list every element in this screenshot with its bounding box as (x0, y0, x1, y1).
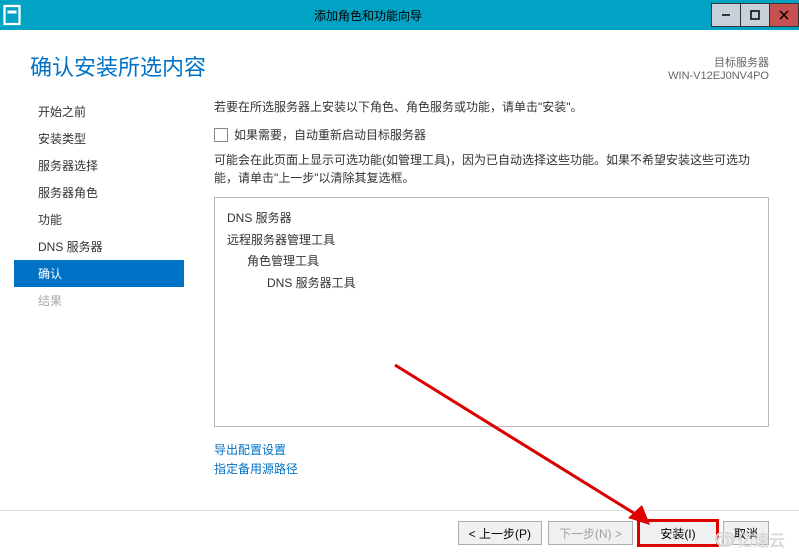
sidebar-item-step-4[interactable]: 功能 (14, 206, 184, 233)
close-button[interactable] (769, 3, 799, 27)
export-config-link[interactable]: 导出配置设置 (214, 441, 769, 458)
feature-item: DNS 服务器 (227, 208, 756, 230)
app-icon (0, 0, 24, 30)
watermark-icon (715, 532, 735, 546)
target-label: 目标服务器 (668, 54, 769, 70)
window-title: 添加角色和功能向导 (24, 7, 712, 24)
watermark: 亿速云 (715, 527, 785, 551)
sidebar-item-step-1[interactable]: 安装类型 (14, 125, 184, 152)
target-server: WIN-V12EJ0NV4PO (668, 70, 769, 82)
sidebar-item-step-5[interactable]: DNS 服务器 (14, 233, 184, 260)
feature-item: 角色管理工具 (227, 251, 756, 273)
selected-features-list: DNS 服务器远程服务器管理工具角色管理工具DNS 服务器工具 (214, 197, 769, 427)
watermark-text: 亿速云 (737, 527, 785, 551)
window-controls (712, 3, 799, 27)
wizard-footer: < 上一步(P) 下一步(N) > 安装(I) 取消 (0, 510, 799, 559)
previous-button[interactable]: < 上一步(P) (458, 521, 542, 545)
sidebar-item-step-0[interactable]: 开始之前 (14, 98, 184, 125)
wizard-steps-sidebar: 开始之前安装类型服务器选择服务器角色功能DNS 服务器确认结果 (14, 92, 184, 479)
install-button[interactable]: 安装(I) (639, 521, 717, 545)
note-text: 可能会在此页面上显示可选功能(如管理工具)，因为已自动选择这些功能。如果不希望安… (214, 151, 769, 187)
sidebar-item-step-6[interactable]: 确认 (14, 260, 184, 287)
title-bar: 添加角色和功能向导 (0, 0, 799, 30)
alternate-source-link[interactable]: 指定备用源路径 (214, 460, 769, 477)
auto-restart-checkbox[interactable] (214, 128, 228, 142)
minimize-button[interactable] (711, 3, 741, 27)
target-info: 目标服务器 WIN-V12EJ0NV4PO (668, 50, 769, 82)
feature-item: 远程服务器管理工具 (227, 230, 756, 252)
maximize-button[interactable] (740, 3, 770, 27)
feature-item: DNS 服务器工具 (227, 273, 756, 295)
intro-text: 若要在所选服务器上安装以下角色、角色服务或功能，请单击"安装"。 (214, 98, 769, 116)
page-title: 确认安装所选内容 (30, 50, 206, 82)
wizard-header: 确认安装所选内容 目标服务器 WIN-V12EJ0NV4PO (0, 30, 799, 92)
sidebar-item-step-7: 结果 (14, 287, 184, 314)
next-button: 下一步(N) > (548, 521, 633, 545)
sidebar-item-step-3[interactable]: 服务器角色 (14, 179, 184, 206)
auto-restart-label: 如果需要，自动重新启动目标服务器 (234, 126, 426, 143)
wizard-content: 若要在所选服务器上安装以下角色、角色服务或功能，请单击"安装"。 如果需要，自动… (184, 92, 785, 479)
sidebar-item-step-2[interactable]: 服务器选择 (14, 152, 184, 179)
